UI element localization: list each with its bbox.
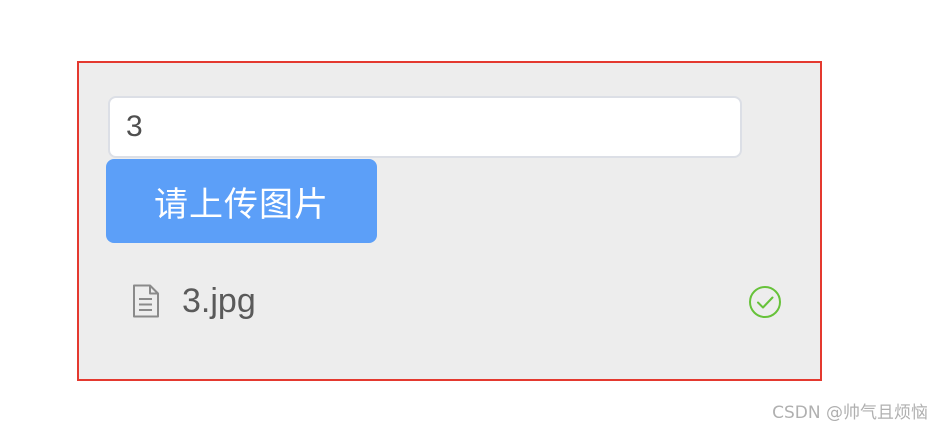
- uploaded-file-item[interactable]: 3.jpg: [119, 273, 789, 333]
- watermark: CSDN @帅气且烦恼: [772, 403, 928, 423]
- text-input[interactable]: [108, 96, 742, 158]
- upload-image-button[interactable]: 请上传图片: [106, 159, 377, 243]
- check-circle-icon: [748, 285, 782, 319]
- file-name: 3.jpg: [182, 282, 256, 320]
- upload-form-panel: 请上传图片 3.jpg: [77, 61, 822, 381]
- document-icon: [131, 284, 161, 318]
